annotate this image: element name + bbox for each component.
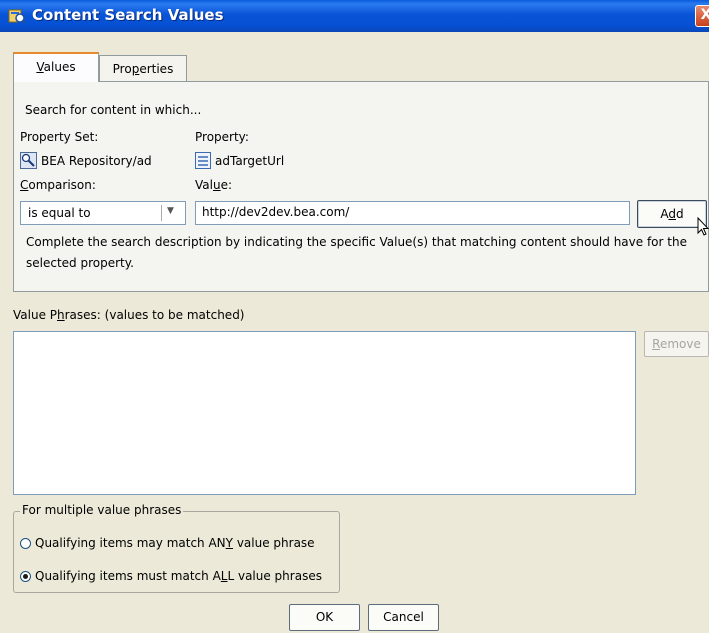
- value-label-text: e:: [220, 178, 233, 192]
- property-set-value: BEA Repository/ad: [41, 154, 152, 168]
- radio-any-mnemonic: Y: [225, 536, 233, 550]
- comparison-dropdown[interactable]: is equal to ▼: [20, 201, 186, 225]
- property-label: Property:: [195, 130, 249, 144]
- help-text-line-1: Complete the search description by indic…: [26, 235, 687, 249]
- tab-values[interactable]: Values: [13, 52, 99, 82]
- value-phrases-label-mnemonic: h: [57, 308, 65, 322]
- cancel-button[interactable]: Cancel: [368, 604, 439, 631]
- radio-any-rest: value phrase: [233, 536, 315, 550]
- radio-match-all[interactable]: [20, 571, 31, 582]
- mouse-cursor-icon: [697, 217, 709, 236]
- tab-values-label: alues: [43, 60, 76, 74]
- radio-match-any-label[interactable]: Qualifying items may match ANY value phr…: [35, 536, 315, 550]
- radio-all-pre: Qualifying items must match A: [35, 569, 221, 583]
- ok-button[interactable]: OK: [289, 604, 360, 631]
- groupbox-legend: For multiple value phrases: [20, 503, 184, 517]
- remove-label: emove: [659, 337, 701, 351]
- value-input[interactable]: http://dev2dev.bea.com/: [195, 201, 630, 225]
- tab-properties-label-pre: Pro: [112, 62, 132, 76]
- radio-any-pre: Qualifying items may match AN: [35, 536, 226, 550]
- value-phrases-list[interactable]: [13, 331, 636, 495]
- radio-all-rest: L value phrases: [227, 569, 322, 583]
- add-label-rest: d: [676, 207, 684, 221]
- remove-button[interactable]: Remove: [644, 331, 709, 357]
- add-label-mnemonic: d: [668, 207, 676, 221]
- title-bar[interactable]: Content Search Values X: [0, 0, 709, 32]
- help-text-line-2: selected property.: [26, 256, 134, 270]
- search-intro-text: Search for content in which...: [25, 103, 202, 117]
- value-label-mnemonic: u: [212, 178, 221, 192]
- close-button[interactable]: X: [695, 5, 709, 27]
- radio-match-all-label[interactable]: Qualifying items must match ALL value ph…: [35, 569, 322, 583]
- radio-selected-dot: [23, 574, 28, 579]
- property-set-label: Property Set:: [20, 130, 99, 144]
- comparison-label-text: omparison:: [28, 178, 96, 192]
- radio-match-any[interactable]: [20, 538, 31, 549]
- tab-values-mnemonic: V: [36, 60, 44, 74]
- value-phrases-label: Value Phrases: (values to be matched): [13, 308, 245, 322]
- property-list-icon: [195, 152, 211, 169]
- value-phrases-label-pre: Value P: [13, 308, 58, 322]
- repository-search-icon: [20, 152, 37, 169]
- tab-properties-label: erties: [139, 62, 174, 76]
- remove-label-mnemonic: R: [652, 337, 660, 351]
- value-label-pre: Val: [195, 178, 213, 192]
- value-label: Value:: [195, 178, 232, 192]
- window-title: Content Search Values: [32, 6, 224, 24]
- comparison-label: Comparison:: [20, 178, 96, 192]
- content-search-icon: [8, 9, 26, 24]
- property-value: adTargetUrl: [215, 154, 285, 168]
- chevron-down-icon[interactable]: ▼: [167, 206, 174, 216]
- dropdown-separator: [161, 205, 162, 221]
- comparison-selected: is equal to: [28, 206, 91, 220]
- tab-properties[interactable]: Properties: [99, 55, 187, 83]
- value-phrases-label-text: rases: (values to be matched): [64, 308, 245, 322]
